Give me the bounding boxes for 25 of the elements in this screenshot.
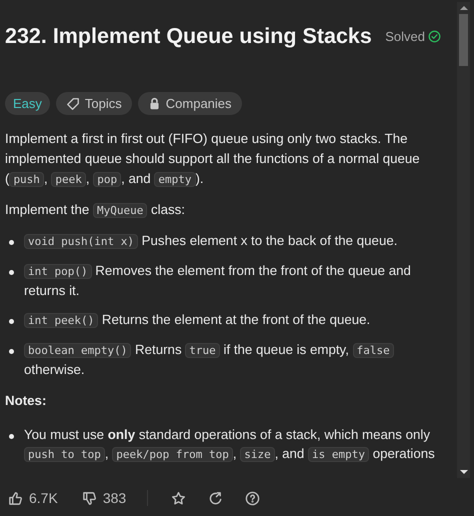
tag-icon — [66, 96, 80, 110]
bullet-icon — [9, 270, 14, 275]
thumbs-up-icon — [8, 490, 23, 506]
companies-button[interactable]: Companies — [138, 92, 242, 115]
list-item-text: void push(int x) Pushes element x to the back of the queue. — [24, 231, 398, 251]
bullet-icon — [9, 319, 14, 324]
thumbs-down-icon — [82, 490, 97, 506]
lock-icon — [148, 97, 161, 110]
list-item-text: int peek() Returns the element at the front of the queue. — [24, 310, 370, 330]
bullet-icon — [9, 349, 14, 354]
problem-title: 232. Implement Queue using Stacks — [5, 24, 372, 48]
scrollbar[interactable] — [457, 2, 470, 478]
list-item-text: You must use only standard operations of a stack, which means only push to top , peek/pop from top , size , and is empty operations — [24, 426, 436, 464]
difficulty-tag[interactable]: Easy — [5, 92, 50, 115]
list-item-text: boolean empty() Returns true if the queue is empty, false otherwise. — [24, 340, 443, 379]
paragraph-text: Implement the MyQueue class: — [5, 201, 186, 220]
paragraph-text: Implement a first in first out (FIFO) queue using only two stacks. The implemented queue should support all the functions of a normal queue ( push , peek , pop , and empty ). — [5, 130, 421, 189]
status-label: Solved — [385, 28, 425, 44]
bullet-icon — [9, 434, 14, 439]
notes-heading: Notes: — [5, 392, 48, 410]
topics-button[interactable]: Topics — [56, 92, 132, 115]
dislike-button[interactable]: 383 — [78, 488, 130, 508]
bullet-icon — [9, 240, 14, 245]
like-button[interactable]: 6.7K — [5, 488, 61, 508]
list-item-text: int pop() Removes the element from the front of the queue and returns it. — [24, 262, 412, 300]
